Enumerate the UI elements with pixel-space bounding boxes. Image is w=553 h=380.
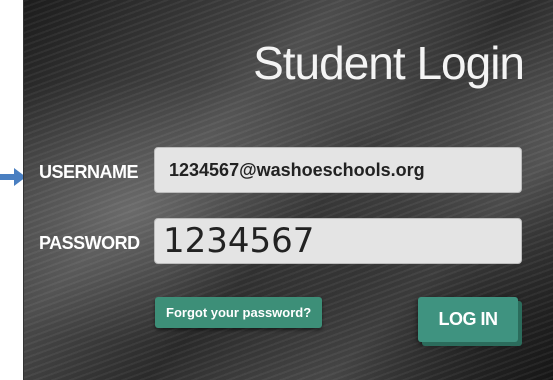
username-value: 1234567@washoeschools.org [169, 159, 425, 180]
page-title: Student Login [253, 37, 525, 89]
password-input[interactable]: 1234567 [154, 218, 522, 264]
login-panel: Student Login USERNAME 1234567@washoesch… [23, 0, 553, 380]
username-label: USERNAME [39, 162, 139, 182]
username-input[interactable]: 1234567@washoeschools.org [154, 147, 522, 193]
login-button[interactable]: LOG IN [418, 297, 518, 342]
forgot-password-button[interactable]: Forgot your password? [155, 297, 323, 328]
password-value: 1234567 [163, 221, 315, 261]
password-label: PASSWORD [39, 233, 140, 253]
